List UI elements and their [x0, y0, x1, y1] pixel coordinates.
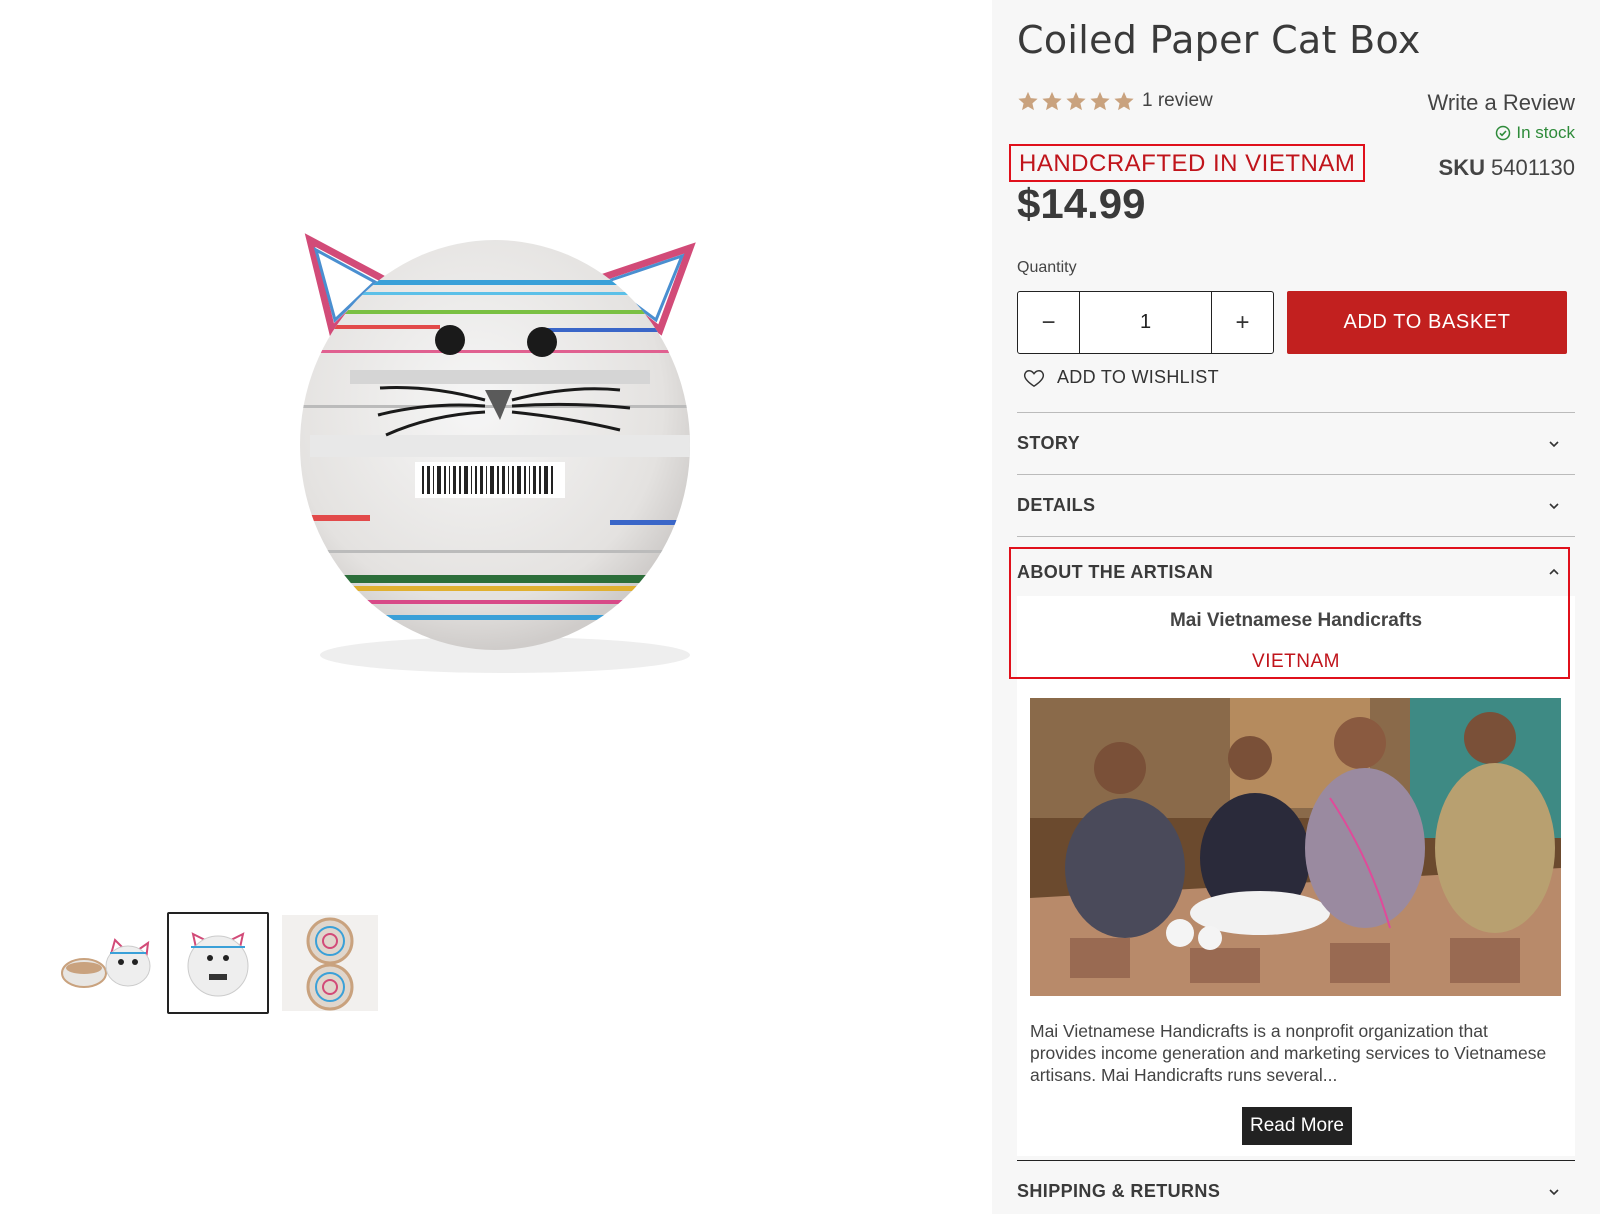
stock-status: In stock — [1495, 123, 1575, 143]
stock-label: In stock — [1516, 123, 1575, 142]
product-price: $14.99 — [1017, 180, 1146, 227]
accordion-story-title: STORY — [1017, 433, 1081, 453]
thumbnail-strip — [55, 912, 381, 1014]
heart-icon — [1023, 369, 1045, 387]
accordion-shipping-returns[interactable]: SHIPPING & RETURNS — [1017, 1160, 1575, 1214]
write-review-link[interactable]: Write a Review — [1427, 90, 1575, 116]
star-icon — [1041, 90, 1063, 112]
quantity-decrease-button[interactable]: − — [1018, 292, 1080, 353]
star-icon — [1017, 90, 1039, 112]
product-main-image — [300, 233, 696, 673]
accordion-details[interactable]: DETAILS — [1017, 474, 1575, 536]
artisan-photo — [1030, 698, 1561, 996]
review-count-link[interactable]: 1 review — [1142, 90, 1213, 112]
accordion-story[interactable]: STORY — [1017, 412, 1575, 474]
chevron-down-icon — [1547, 499, 1561, 513]
thumbnail-3[interactable] — [279, 912, 381, 1014]
wishlist-label: ADD TO WISHLIST — [1057, 367, 1219, 387]
origin-label: HANDCRAFTED IN VIETNAM — [1009, 144, 1366, 182]
sku: SKU 5401130 — [1439, 155, 1575, 181]
sku-value: 5401130 — [1490, 155, 1575, 180]
product-details-panel: Coiled Paper Cat Box 1 review Write a Re… — [992, 0, 1600, 1214]
star-icon — [1065, 90, 1087, 112]
quantity-stepper: − 1 + — [1017, 291, 1274, 354]
thumbnail-2[interactable] — [167, 912, 269, 1014]
add-to-basket-button[interactable]: ADD TO BASKET — [1287, 291, 1567, 354]
star-icon — [1089, 90, 1111, 112]
read-more-button[interactable]: Read More — [1242, 1107, 1352, 1145]
artisan-panel: Mai Vietnamese Handicrafts VIETNAM Mai V… — [1017, 596, 1575, 1156]
add-to-wishlist-button[interactable]: ADD TO WISHLIST — [1023, 367, 1219, 388]
product-title: Coiled Paper Cat Box — [1017, 18, 1421, 62]
star-icon — [1113, 90, 1135, 112]
accordion-shipping-title: SHIPPING & RETURNS — [1017, 1181, 1221, 1201]
check-circle-icon — [1496, 125, 1511, 141]
sku-label: SKU — [1438, 155, 1485, 180]
product-rating[interactable]: 1 review — [1017, 90, 1213, 112]
artisan-description: Mai Vietnamese Handicrafts is a nonprofi… — [1030, 1021, 1547, 1085]
chevron-down-icon — [1547, 1185, 1561, 1199]
quantity-label: Quantity — [1017, 259, 1077, 276]
product-gallery — [0, 0, 992, 1214]
chevron-down-icon — [1547, 437, 1561, 451]
artisan-highlight-box — [1009, 547, 1570, 679]
quantity-input[interactable]: 1 — [1080, 292, 1211, 353]
thumbnail-1[interactable] — [55, 912, 157, 1014]
accordion-details-title: DETAILS — [1017, 495, 1096, 515]
quantity-increase-button[interactable]: + — [1211, 292, 1273, 353]
